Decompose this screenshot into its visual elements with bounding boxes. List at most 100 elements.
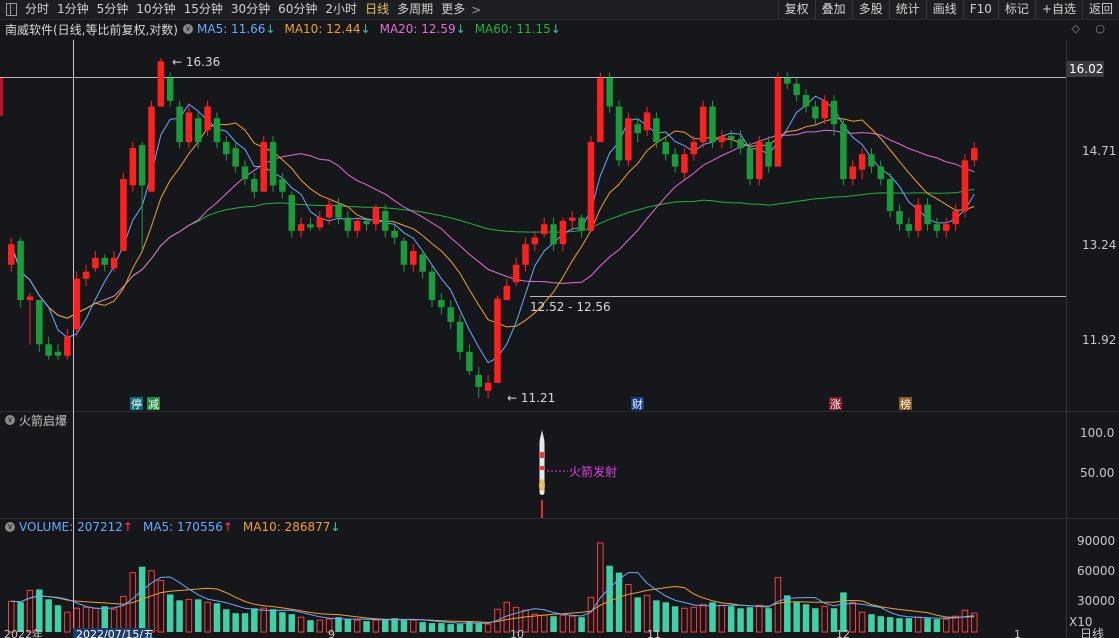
candle-body [569,217,576,221]
volume-bar [896,618,903,632]
candle-body [634,124,641,134]
left-edge-marker [0,78,3,116]
volume-ma5-line [11,572,975,624]
volume-bar [868,614,875,632]
candle-body [82,271,90,279]
low-price-note: ← 11.21 [507,391,555,405]
candle-body [344,217,352,231]
ma10-line [10,118,975,328]
candle-body [232,148,239,167]
candle-body [148,106,155,192]
candle-body [484,382,492,391]
event-tag: 减 [148,398,159,411]
candle-body [774,78,782,167]
candle-body [597,78,604,143]
volume-bar [578,617,585,632]
rocket-nose [539,430,545,441]
volume-bar [64,611,71,633]
candle-body [877,166,885,180]
candle-body [718,136,726,143]
volume-bar [447,624,454,632]
volume-bar [905,618,913,632]
candle-body [26,296,34,301]
volume-bar [606,565,613,632]
candle-body [466,351,473,372]
volume-bar [746,607,754,632]
volume-bar [821,605,828,633]
candle-body [36,300,43,345]
price-axis-tick: 13.24 [1082,238,1116,252]
candle-body [756,142,763,180]
candle-body [625,118,632,161]
candle-body [578,217,585,231]
candle-body [905,224,913,231]
candle-body [653,118,660,143]
volume-bar [400,620,408,632]
candle-body [428,271,436,301]
ma60-line [10,188,975,319]
volume-bar [195,599,202,632]
candle-body [54,351,62,356]
volume-bar [279,612,286,632]
volume-bar [213,603,221,632]
volume-bar [251,608,258,632]
volume-bar [531,613,539,633]
candle-body [64,336,71,356]
price-label-current: 16.02 [1069,62,1103,76]
candle-body [830,100,838,125]
candle-body [933,224,941,231]
candle-body [924,204,931,225]
rocket-axis-tick: 100.0 [1080,426,1114,440]
volume-bar [232,613,239,632]
volume-bar [484,623,492,633]
candle-body [971,148,978,161]
candle-body [120,179,127,252]
candle-body [269,142,277,186]
volume-bar [241,613,249,632]
candle-body [297,224,305,231]
candle-body [45,344,52,356]
volume-bar [45,599,52,632]
candle-body [185,112,193,143]
volume-bar [802,604,810,632]
range-note: 12.52 - 12.56 [530,300,611,314]
date-axis-label: 1 [1014,628,1021,638]
candle-body [8,244,15,265]
candle-body [802,95,810,107]
rocket-flame [539,479,545,491]
volume-bar [297,616,305,633]
price-axis-tick: 14.71 [1082,144,1116,158]
volume-bar [886,617,894,632]
candle-body [793,83,800,96]
volume-bar [569,615,576,633]
candle-body [512,264,520,283]
stock-chart[interactable]: 16.02 14.71 13.24 11.92 ← 16.36 ← 11.21 12.52 … [0,0,1119,638]
volume-bar [961,609,969,633]
volume-bar [54,605,62,632]
candle-body [363,220,370,225]
candle-body [110,257,118,269]
candle-body [943,224,950,231]
volume-bar [540,614,548,633]
volume-bar [419,622,426,632]
candle-body [288,194,295,231]
volume-bar [737,608,744,632]
volume-bar [148,570,155,633]
volume-bar [363,621,370,632]
candle-body [522,244,529,265]
volume-bar [774,577,782,633]
volume-bar [269,609,277,632]
date-axis-label: 9 [328,628,335,638]
candle-body [456,321,464,352]
candle-body [204,106,211,131]
candle-body [447,307,454,322]
volume-bar [943,618,950,633]
candle-body [400,240,408,265]
candle-body [662,142,669,155]
volume-bar [166,594,174,632]
candle-body [849,166,856,180]
volume-bar [428,623,436,632]
volume-bar [559,614,567,633]
candle-body [475,375,482,387]
rocket-axis-tick: 50.00 [1080,466,1114,480]
